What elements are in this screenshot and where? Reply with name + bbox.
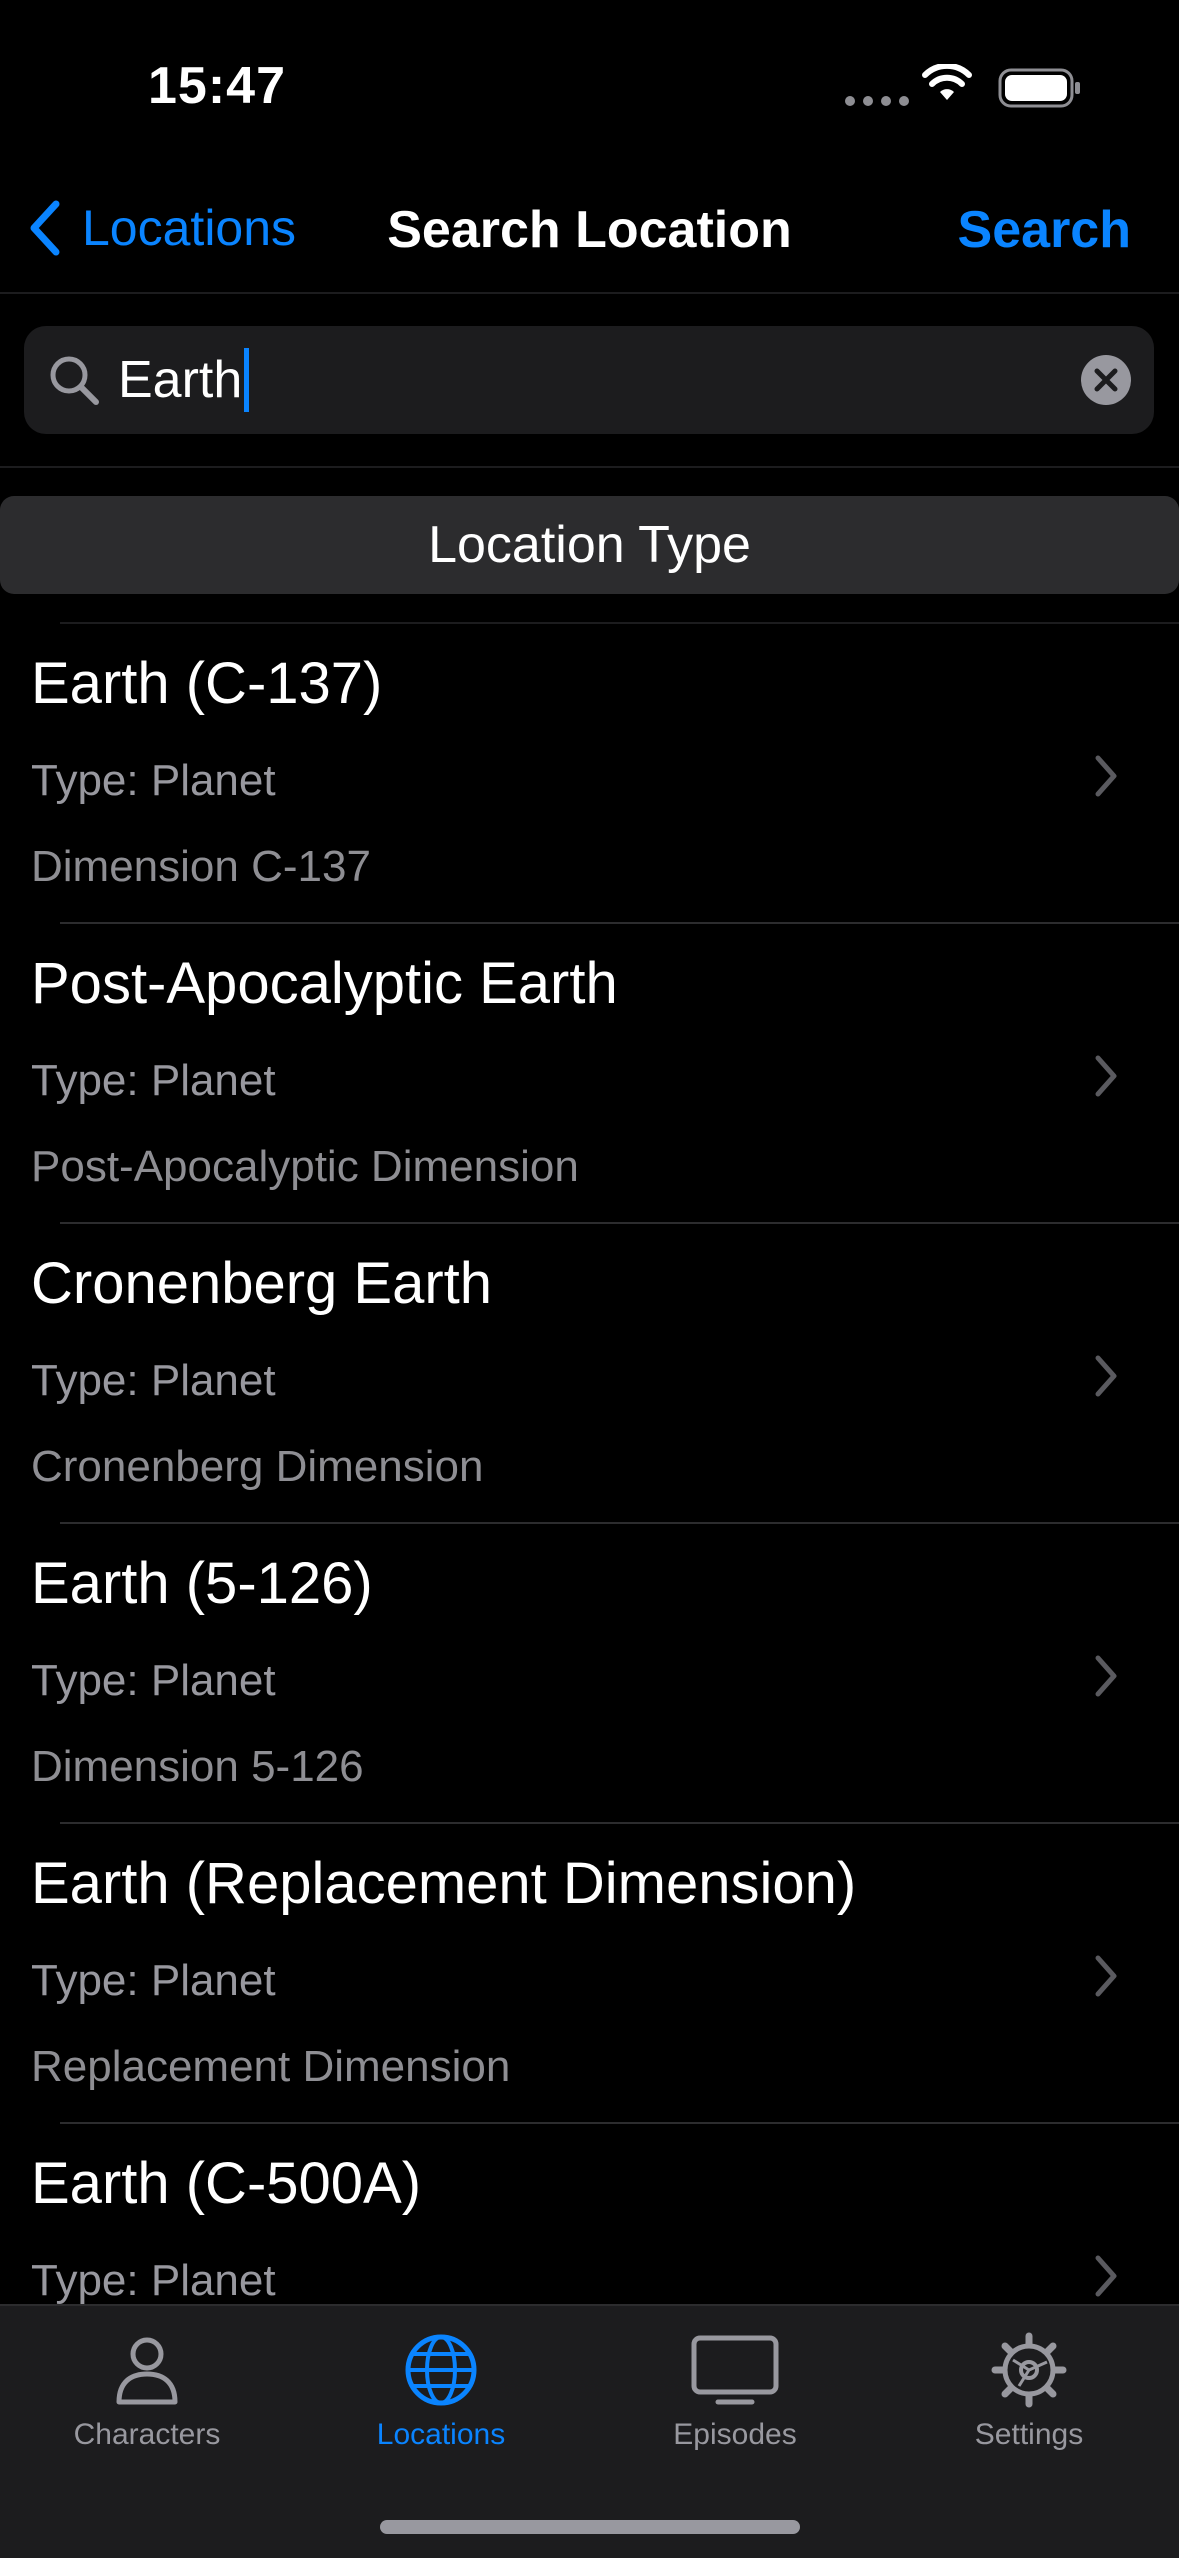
- location-dimension: Replacement Dimension: [31, 2042, 511, 2091]
- location-row[interactable]: Earth (C-137) Type: Planet Dimension C-1…: [0, 624, 1179, 924]
- location-name: Post-Apocalyptic Earth: [31, 951, 618, 1016]
- divider: [0, 466, 1179, 468]
- location-row[interactable]: Earth (Replacement Dimension) Type: Plan…: [0, 1824, 1179, 2124]
- location-row[interactable]: Earth (5-126) Type: Planet Dimension 5-1…: [0, 1524, 1179, 1824]
- home-indicator: [380, 2520, 800, 2534]
- location-type: Type: Planet: [31, 1056, 276, 1105]
- status-time: 15:47: [148, 57, 286, 115]
- location-name: Earth (C-137): [31, 651, 383, 716]
- clear-search-icon[interactable]: [1080, 354, 1132, 406]
- tab-label: Episodes: [673, 2418, 797, 2451]
- location-list: Earth (C-137) Type: Planet Dimension C-1…: [0, 624, 1179, 2304]
- location-name: Earth (Replacement Dimension): [31, 1851, 857, 1916]
- tab-label: Locations: [376, 2418, 506, 2451]
- location-row[interactable]: Earth (C-500A) Type: Planet: [0, 2124, 1179, 2304]
- location-type: Type: Planet: [31, 1956, 276, 2005]
- gear-icon: [991, 2332, 1067, 2408]
- tab-label: Characters: [73, 2418, 221, 2451]
- location-row[interactable]: Post-Apocalyptic Earth Type: Planet Post…: [0, 924, 1179, 1224]
- location-type: Type: Planet: [31, 2256, 276, 2304]
- location-name: Earth (C-500A): [31, 2151, 422, 2216]
- location-name: Cronenberg Earth: [31, 1251, 493, 1316]
- tab-locations[interactable]: Locations: [294, 2332, 588, 2492]
- location-dimension: Dimension 5-126: [31, 1742, 364, 1791]
- location-name: Earth (5-126): [31, 1551, 373, 1616]
- wifi-icon: [922, 64, 972, 100]
- location-type: Type: Planet: [31, 1356, 276, 1405]
- location-dimension: Post-Apocalyptic Dimension: [31, 1142, 579, 1191]
- battery-icon: [998, 68, 1080, 108]
- search-input[interactable]: Earth: [118, 348, 250, 412]
- chevron-right-icon: [1095, 1055, 1117, 1097]
- tab-characters[interactable]: Characters: [0, 2332, 294, 2492]
- person-icon: [116, 2337, 178, 2405]
- location-type: Type: Planet: [31, 756, 276, 805]
- text-cursor: [244, 348, 250, 412]
- search-button[interactable]: Search: [958, 200, 1131, 260]
- location-dimension: Dimension C-137: [31, 842, 371, 891]
- search-icon: [50, 356, 99, 405]
- tab-label: Settings: [974, 2418, 1084, 2451]
- location-row[interactable]: Cronenberg Earth Type: Planet Cronenberg…: [0, 1224, 1179, 1524]
- location-type-header[interactable]: Location Type: [0, 496, 1179, 594]
- chevron-right-icon: [1095, 1955, 1117, 1997]
- location-type: Type: Planet: [31, 1656, 276, 1705]
- search-field[interactable]: Earth: [24, 326, 1154, 434]
- search-input-value: Earth: [118, 351, 243, 409]
- chevron-right-icon: [1095, 2255, 1117, 2297]
- chevron-right-icon: [1095, 1355, 1117, 1397]
- globe-icon: [405, 2334, 477, 2406]
- status-bar: 15:47: [0, 0, 1179, 170]
- location-dimension: Cronenberg Dimension: [31, 1442, 484, 1491]
- tab-episodes[interactable]: Episodes: [588, 2332, 882, 2492]
- cellular-signal-icon: [845, 96, 909, 106]
- tv-icon: [691, 2335, 779, 2405]
- navigation-bar: Locations Search Location Search: [0, 170, 1179, 294]
- chevron-right-icon: [1095, 755, 1117, 797]
- tab-settings[interactable]: Settings: [882, 2332, 1176, 2492]
- chevron-right-icon: [1095, 1655, 1117, 1697]
